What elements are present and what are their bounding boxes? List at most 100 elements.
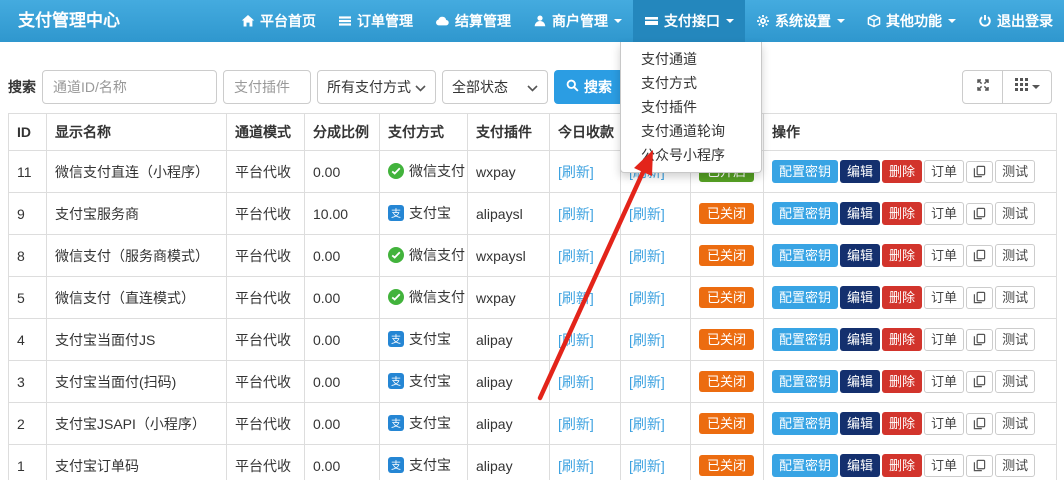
nav-item-pay-interface[interactable]: 支付接口	[633, 0, 745, 42]
refresh-link[interactable]: [刷新]	[558, 206, 594, 222]
copy-button[interactable]	[966, 412, 994, 435]
power-icon	[978, 14, 992, 28]
test-button[interactable]: 测试	[995, 286, 1036, 309]
edit-button[interactable]: 编辑	[840, 454, 881, 477]
refresh-link[interactable]: [刷新]	[629, 248, 665, 264]
cell-status: 已关闭	[690, 360, 764, 403]
test-button[interactable]: 测试	[995, 202, 1036, 225]
delete-button[interactable]: 删除	[882, 286, 923, 309]
nav-item-merchants[interactable]: 商户管理	[522, 0, 633, 42]
plugin-search-input[interactable]	[223, 70, 311, 104]
copy-button[interactable]	[966, 328, 994, 351]
test-button[interactable]: 测试	[995, 244, 1036, 267]
delete-button[interactable]: 删除	[882, 244, 923, 267]
dropdown-item-5[interactable]: 公众号小程序	[621, 143, 761, 167]
status-select[interactable]: 全部状态	[442, 70, 548, 104]
nav-item-logout[interactable]: 退出登录	[967, 0, 1064, 42]
status-badge[interactable]: 已关闭	[699, 245, 755, 266]
edit-button[interactable]: 编辑	[840, 202, 881, 225]
cell-id: 8	[8, 234, 47, 277]
nav-item-settlement[interactable]: 结算管理	[424, 0, 522, 42]
copy-button[interactable]	[966, 370, 994, 393]
status-badge[interactable]: 已关闭	[699, 287, 755, 308]
test-button[interactable]: 测试	[995, 370, 1036, 393]
search-button[interactable]: 搜索	[554, 70, 624, 104]
dropdown-item-1[interactable]: 支付通道	[621, 47, 761, 71]
refresh-link[interactable]: [刷新]	[629, 458, 665, 474]
edit-button[interactable]: 编辑	[840, 412, 881, 435]
pay-interface-dropdown: 支付通道 支付方式 支付插件 支付通道轮询 公众号小程序	[620, 42, 762, 173]
status-badge[interactable]: 已关闭	[699, 329, 755, 350]
copy-button[interactable]	[966, 202, 994, 225]
config-key-button[interactable]: 配置密钥	[772, 286, 839, 309]
refresh-link[interactable]: [刷新]	[629, 332, 665, 348]
order-button[interactable]: 订单	[924, 286, 965, 309]
edit-button[interactable]: 编辑	[840, 160, 881, 183]
copy-button[interactable]	[966, 160, 994, 183]
refresh-link[interactable]: [刷新]	[629, 416, 665, 432]
test-button[interactable]: 测试	[995, 412, 1036, 435]
edit-button[interactable]: 编辑	[840, 370, 881, 393]
config-key-button[interactable]: 配置密钥	[772, 244, 839, 267]
refresh-link[interactable]: [刷新]	[558, 416, 594, 432]
refresh-link[interactable]: [刷新]	[629, 206, 665, 222]
refresh-link[interactable]: [刷新]	[558, 248, 594, 264]
refresh-link[interactable]: [刷新]	[558, 374, 594, 390]
nav-item-home[interactable]: 平台首页	[230, 0, 327, 42]
delete-button[interactable]: 删除	[882, 370, 923, 393]
order-button[interactable]: 订单	[924, 202, 965, 225]
test-button[interactable]: 测试	[995, 160, 1036, 183]
fullscreen-button[interactable]	[962, 70, 1003, 104]
paytype-select[interactable]: 所有支付方式	[317, 70, 436, 104]
order-button[interactable]: 订单	[924, 244, 965, 267]
test-button[interactable]: 测试	[995, 454, 1036, 477]
nav-item-other-functions[interactable]: 其他功能	[856, 0, 967, 42]
delete-button[interactable]: 删除	[882, 202, 923, 225]
refresh-link[interactable]: [刷新]	[558, 458, 594, 474]
dropdown-item-3[interactable]: 支付插件	[621, 95, 761, 119]
dropdown-item-2[interactable]: 支付方式	[621, 71, 761, 95]
test-button[interactable]: 测试	[995, 328, 1036, 351]
delete-button[interactable]: 删除	[882, 160, 923, 183]
delete-button[interactable]: 删除	[882, 328, 923, 351]
edit-button[interactable]: 编辑	[840, 244, 881, 267]
refresh-link[interactable]: [刷新]	[558, 164, 594, 180]
copy-button[interactable]	[966, 454, 994, 477]
order-button[interactable]: 订单	[924, 454, 965, 477]
config-key-button[interactable]: 配置密钥	[772, 454, 839, 477]
status-badge[interactable]: 已关闭	[699, 455, 755, 476]
config-key-button[interactable]: 配置密钥	[772, 370, 839, 393]
config-key-button[interactable]: 配置密钥	[772, 202, 839, 225]
nav-item-orders[interactable]: 订单管理	[327, 0, 424, 42]
delete-button[interactable]: 删除	[882, 412, 923, 435]
refresh-link[interactable]: [刷新]	[629, 290, 665, 306]
status-badge[interactable]: 已关闭	[699, 413, 755, 434]
nav-item-system-settings[interactable]: 系统设置	[745, 0, 856, 42]
edit-button[interactable]: 编辑	[840, 286, 881, 309]
config-key-button[interactable]: 配置密钥	[772, 328, 839, 351]
columns-button[interactable]	[1002, 70, 1052, 104]
channel-search-input[interactable]	[42, 70, 217, 104]
delete-button[interactable]: 删除	[882, 454, 923, 477]
order-button[interactable]: 订单	[924, 370, 965, 393]
app-title: 支付管理中心	[18, 11, 120, 30]
copy-button[interactable]	[966, 286, 994, 309]
dropdown-item-4[interactable]: 支付通道轮询	[621, 119, 761, 143]
order-button[interactable]: 订单	[924, 412, 965, 435]
order-button[interactable]: 订单	[924, 328, 965, 351]
order-button[interactable]: 订单	[924, 160, 965, 183]
config-key-button[interactable]: 配置密钥	[772, 412, 839, 435]
cell-actions: 配置密钥 编辑 删除 订单 测试	[763, 402, 1057, 445]
refresh-link[interactable]: [刷新]	[558, 332, 594, 348]
column-header: 操作	[763, 113, 1057, 151]
table-row: 5 微信支付（直连模式） 平台代收 0.00 微信支付 wxpay [刷新] [刷新] 已关闭配…	[8, 276, 1057, 319]
table-header-row: ID 显示名称 通道模式 分成比例 支付方式 支付插件 今日收款 操作	[8, 113, 1057, 151]
status-badge[interactable]: 已关闭	[699, 371, 755, 392]
edit-button[interactable]: 编辑	[840, 328, 881, 351]
config-key-button[interactable]: 配置密钥	[772, 160, 839, 183]
copy-button[interactable]	[966, 244, 994, 267]
cell-actions: 配置密钥 编辑 删除 订单 测试	[763, 234, 1057, 277]
status-badge[interactable]: 已关闭	[699, 203, 755, 224]
refresh-link[interactable]: [刷新]	[629, 374, 665, 390]
refresh-link[interactable]: [刷新]	[558, 290, 594, 306]
